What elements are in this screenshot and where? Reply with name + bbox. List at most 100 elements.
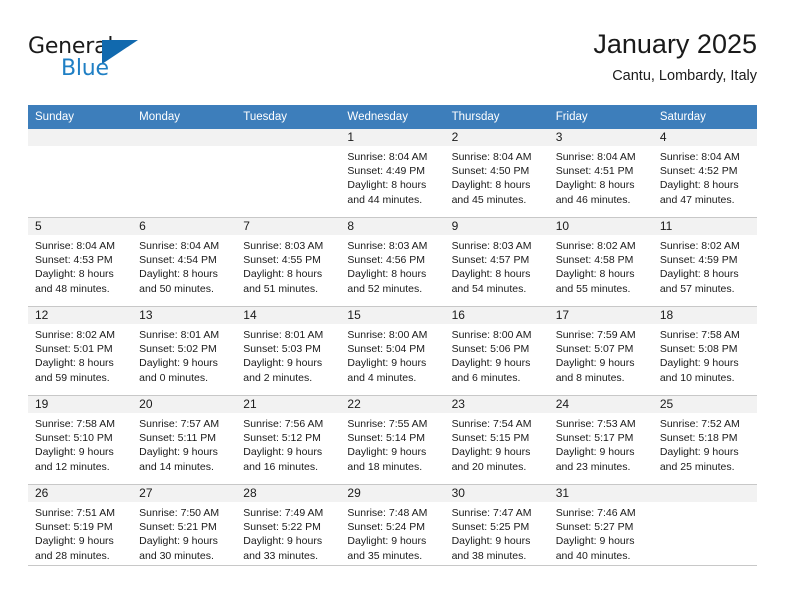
calendar-day-cell[interactable]: 29 Sunrise: 7:48 AM Sunset: 5:24 PM Dayligh…	[340, 484, 445, 573]
calendar-day-cell[interactable]: 20 Sunrise: 7:57 AM Sunset: 5:11 PM Dayligh…	[132, 395, 237, 485]
day-number: 17	[548, 307, 653, 324]
daylight-text-line1: Daylight: 8 hours	[659, 179, 739, 192]
sunset-text: Sunset: 4:56 PM	[347, 254, 426, 267]
calendar-day-cell[interactable]: 13 Sunrise: 8:01 AM Sunset: 5:02 PM Dayligh…	[132, 306, 237, 396]
calendar-week-row: 19 Sunrise: 7:58 AM Sunset: 5:10 PM Dayligh…	[28, 395, 757, 485]
calendar-day-cell[interactable]: 1 Sunrise: 8:04 AM Sunset: 4:49 PM Daylight…	[340, 129, 445, 218]
day-details: Sunrise: 7:46 AM Sunset: 5:27 PM Daylight:…	[549, 502, 653, 563]
calendar-day-cell[interactable]: 7 Sunrise: 8:03 AM Sunset: 4:55 PM Daylight…	[236, 217, 341, 307]
sunset-text: Sunset: 5:07 PM	[555, 343, 634, 356]
day-details: Sunrise: 8:04 AM Sunset: 4:52 PM Daylight:…	[653, 146, 757, 207]
calendar-day-cell[interactable]: 8 Sunrise: 8:03 AM Sunset: 4:56 PM Daylight…	[340, 217, 445, 307]
daylight-text-line2: and 10 minutes.	[659, 371, 735, 384]
day-number: 8	[340, 218, 445, 235]
daylight-text-line2: and 44 minutes.	[347, 193, 423, 206]
calendar-day-cell[interactable]: 21 Sunrise: 7:56 AM Sunset: 5:12 PM Dayligh…	[236, 395, 341, 485]
day-number: 15	[340, 307, 445, 324]
weekday-header-tuesday: Tuesday	[236, 105, 341, 129]
day-number: 25	[652, 396, 757, 413]
calendar-day-cell[interactable]: 28 Sunrise: 7:49 AM Sunset: 5:22 PM Dayligh…	[236, 484, 341, 573]
calendar-day-cell[interactable]: 10 Sunrise: 8:02 AM Sunset: 4:58 PM Dayligh…	[548, 217, 653, 307]
calendar-day-cell[interactable]: 16 Sunrise: 8:00 AM Sunset: 5:06 PM Dayligh…	[444, 306, 549, 396]
daylight-text-line2: and 23 minutes.	[555, 460, 631, 473]
sunrise-text: Sunrise: 7:58 AM	[35, 418, 115, 430]
sunset-text: Sunset: 5:04 PM	[347, 343, 426, 356]
calendar-table: Sunday Monday Tuesday Wednesday Thursday Frid…	[28, 105, 757, 573]
calendar-header-row: Sunday Monday Tuesday Wednesday Thursday Frid…	[28, 105, 757, 129]
sunrise-text: Sunrise: 7:50 AM	[139, 507, 220, 519]
calendar-day-cell[interactable]: 6 Sunrise: 8:04 AM Sunset: 4:54 PM Daylight…	[132, 217, 237, 307]
daylight-text-line1: Daylight: 8 hours	[35, 268, 114, 281]
sunrise-text: Sunrise: 7:46 AM	[555, 507, 636, 519]
daylight-text-line2: and 38 minutes.	[451, 549, 527, 562]
day-details: Sunrise: 7:58 AM Sunset: 5:10 PM Daylight:…	[28, 413, 132, 474]
day-details: Sunrise: 8:04 AM Sunset: 4:51 PM Daylight:…	[549, 146, 653, 207]
daylight-text-line2: and 12 minutes.	[35, 460, 110, 473]
daylight-text-line1: Daylight: 9 hours	[659, 446, 739, 459]
calendar-day-cell[interactable]: 4 Sunrise: 8:04 AM Sunset: 4:52 PM Daylight…	[652, 129, 757, 218]
calendar-day-cell[interactable]: 3 Sunrise: 8:04 AM Sunset: 4:51 PM Daylight…	[548, 129, 653, 218]
day-number: 7	[236, 218, 341, 235]
day-number: 19	[28, 396, 133, 413]
day-details: Sunrise: 7:47 AM Sunset: 5:25 PM Daylight:…	[445, 502, 549, 563]
calendar-bottom-rule	[28, 565, 757, 566]
day-number: 2	[444, 129, 549, 146]
calendar-day-cell[interactable]: 18 Sunrise: 7:58 AM Sunset: 5:08 PM Dayligh…	[652, 306, 757, 396]
day-details: Sunrise: 7:58 AM Sunset: 5:08 PM Daylight:…	[653, 324, 757, 385]
daylight-text-line2: and 57 minutes.	[659, 282, 735, 295]
calendar-day-cell[interactable]: 31 Sunrise: 7:46 AM Sunset: 5:27 PM Dayligh…	[548, 484, 653, 573]
sunset-text: Sunset: 5:18 PM	[659, 432, 738, 445]
day-number: 21	[236, 396, 341, 413]
day-number: 27	[132, 485, 237, 502]
calendar-day-cell[interactable]: 19 Sunrise: 7:58 AM Sunset: 5:10 PM Dayligh…	[28, 395, 133, 485]
day-number: 20	[132, 396, 237, 413]
day-details: Sunrise: 8:01 AM Sunset: 5:02 PM Daylight:…	[132, 324, 236, 385]
calendar-day-cell[interactable]: 27 Sunrise: 7:50 AM Sunset: 5:21 PM Dayligh…	[132, 484, 237, 573]
calendar-day-cell[interactable]: 15 Sunrise: 8:00 AM Sunset: 5:04 PM Dayligh…	[340, 306, 445, 396]
calendar-day-cell[interactable]: 9 Sunrise: 8:03 AM Sunset: 4:57 PM Daylight…	[444, 217, 549, 307]
calendar-day-cell[interactable]: 30 Sunrise: 7:47 AM Sunset: 5:25 PM Dayligh…	[444, 484, 549, 573]
calendar-day-cell[interactable]: 22 Sunrise: 7:55 AM Sunset: 5:14 PM Dayligh…	[340, 395, 445, 485]
calendar-day-cell[interactable]: 12 Sunrise: 8:02 AM Sunset: 5:01 PM Dayligh…	[28, 306, 133, 396]
calendar-day-cell[interactable]: 14 Sunrise: 8:01 AM Sunset: 5:03 PM Dayligh…	[236, 306, 341, 396]
sunrise-text: Sunrise: 7:58 AM	[659, 329, 740, 341]
calendar-day-cell[interactable]: 26 Sunrise: 7:51 AM Sunset: 5:19 PM Dayligh…	[28, 484, 133, 573]
daylight-text-line1: Daylight: 8 hours	[659, 268, 739, 281]
day-number-band	[236, 129, 341, 146]
sunrise-text: Sunrise: 8:04 AM	[35, 240, 115, 252]
calendar-day-cell[interactable]: 24 Sunrise: 7:53 AM Sunset: 5:17 PM Dayligh…	[548, 395, 653, 485]
sunrise-text: Sunrise: 7:59 AM	[555, 329, 636, 341]
calendar-day-cell-empty	[132, 129, 237, 218]
daylight-text-line2: and 40 minutes.	[555, 549, 631, 562]
sunrise-text: Sunrise: 8:04 AM	[347, 151, 428, 163]
calendar-week-row: 12 Sunrise: 8:02 AM Sunset: 5:01 PM Dayligh…	[28, 306, 757, 396]
weekday-header-thursday: Thursday	[444, 105, 549, 129]
calendar-day-cell[interactable]: 23 Sunrise: 7:54 AM Sunset: 5:15 PM Dayligh…	[444, 395, 549, 485]
day-details: Sunrise: 7:59 AM Sunset: 5:07 PM Daylight:…	[549, 324, 653, 385]
sunrise-text: Sunrise: 8:01 AM	[139, 329, 220, 341]
calendar-day-cell-empty	[236, 129, 341, 218]
calendar-day-cell-empty	[652, 484, 757, 573]
sunrise-text: Sunrise: 8:00 AM	[347, 329, 428, 341]
calendar-day-cell[interactable]: 25 Sunrise: 7:52 AM Sunset: 5:18 PM Dayligh…	[652, 395, 757, 485]
sunrise-text: Sunrise: 8:02 AM	[659, 240, 740, 252]
day-number: 13	[132, 307, 237, 324]
sunrise-text: Sunrise: 8:01 AM	[243, 329, 324, 341]
daylight-text-line1: Daylight: 9 hours	[555, 357, 635, 370]
calendar-day-cell[interactable]: 5 Sunrise: 8:04 AM Sunset: 4:53 PM Daylight…	[28, 217, 133, 307]
calendar-day-cell[interactable]: 11 Sunrise: 8:02 AM Sunset: 4:59 PM Dayligh…	[652, 217, 757, 307]
sunset-text: Sunset: 5:02 PM	[139, 343, 217, 356]
daylight-text-line2: and 55 minutes.	[555, 282, 631, 295]
calendar-day-cell-empty	[28, 129, 133, 218]
day-number: 16	[444, 307, 549, 324]
page-subtitle-location: Cantu, Lombardy, Italy	[612, 68, 757, 84]
day-number: 26	[28, 485, 133, 502]
daylight-text-line1: Daylight: 8 hours	[555, 179, 635, 192]
weekday-header-sunday: Sunday	[28, 105, 133, 129]
daylight-text-line2: and 0 minutes.	[139, 371, 209, 384]
daylight-text-line1: Daylight: 9 hours	[35, 446, 114, 459]
general-blue-logo[interactable]: General Blue	[28, 34, 158, 90]
calendar-day-cell[interactable]: 17 Sunrise: 7:59 AM Sunset: 5:07 PM Dayligh…	[548, 306, 653, 396]
daylight-text-line1: Daylight: 9 hours	[451, 357, 531, 370]
calendar-day-cell[interactable]: 2 Sunrise: 8:04 AM Sunset: 4:50 PM Daylight…	[444, 129, 549, 218]
